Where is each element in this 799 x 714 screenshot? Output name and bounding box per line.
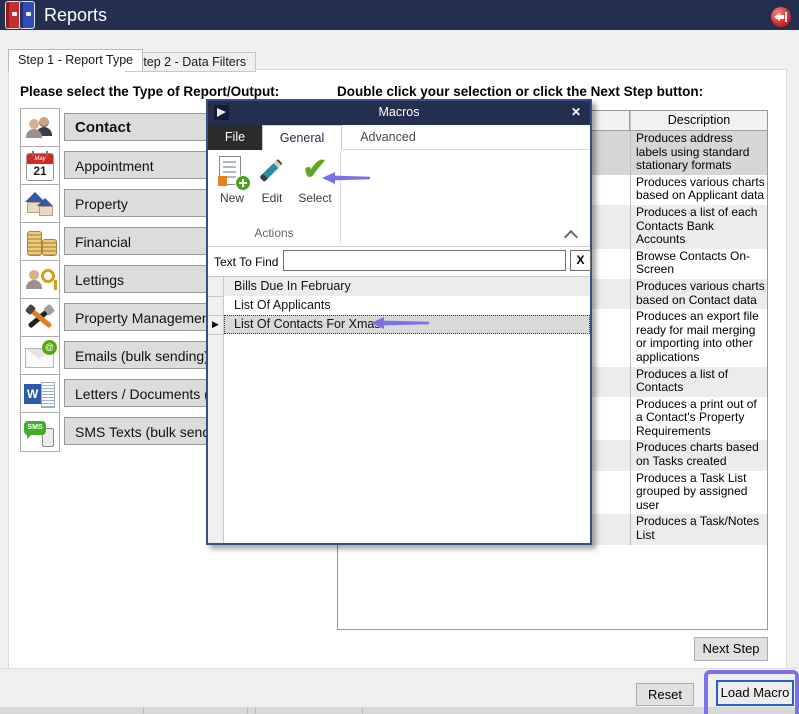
contact-icon [20, 108, 60, 148]
double-click-instruction: Double click your selection or click the… [337, 84, 703, 99]
financial-icon [20, 222, 60, 262]
tab-file[interactable]: File [208, 125, 262, 150]
macros-dialog-title: Macros [208, 105, 590, 119]
lettings-icon [20, 260, 60, 300]
description-cell: Browse Contacts On-Screen [630, 249, 767, 279]
ribbon-actions-group: New Edit ✔ Select Actions [208, 150, 590, 247]
property-icon [20, 184, 60, 224]
sms-icon: SMS [20, 412, 60, 452]
row-gutter: ▶ [208, 277, 224, 543]
actions-group-label: Actions [208, 226, 340, 240]
property-management-icon [20, 298, 60, 338]
status-bar [0, 707, 799, 714]
description-cell: Produces various charts based on Contact… [630, 279, 767, 309]
list-item[interactable]: List Of Applicants [224, 296, 590, 315]
tab-general[interactable]: General [262, 125, 342, 150]
tab-step1[interactable]: Step 1 - Report Type [8, 49, 143, 71]
macro-list: ▶ Bills Due In February List Of Applican… [208, 277, 590, 543]
list-item-selected[interactable]: List Of Contacts For Xmas [224, 315, 590, 334]
close-icon[interactable]: ✕ [571, 105, 581, 119]
tab-step2[interactable]: Step 2 - Data Filters [125, 52, 256, 72]
description-cell: Produces a list of each Contacts Bank Ac… [630, 205, 767, 249]
reset-button[interactable]: Reset [636, 683, 694, 706]
find-label: Text To Find [214, 255, 278, 269]
find-row: Text To Find X [208, 247, 590, 277]
description-cell: Produces a list of Contacts [630, 367, 767, 397]
pencil-icon [254, 154, 290, 188]
description-cell: Produces address labels using standard s… [630, 131, 767, 175]
description-column-header[interactable]: Description [630, 111, 767, 130]
description-cell: Produces an export file ready for mail m… [630, 309, 767, 366]
emails-icon: @ [20, 336, 60, 376]
macros-dialog-title-bar: Macros ✕ [208, 101, 590, 125]
description-cell: Produces charts based on Tasks created [630, 440, 767, 470]
macros-dialog: Macros ✕ File General Advanced New Edit … [206, 99, 592, 545]
load-macro-button[interactable]: Load Macro [716, 680, 794, 706]
clear-find-button[interactable]: X [570, 250, 591, 271]
list-item[interactable]: Bills Due In February [224, 277, 590, 296]
selected-row-marker: ▶ [208, 315, 223, 335]
new-button[interactable]: New [212, 154, 252, 205]
next-step-button[interactable]: Next Step [694, 637, 768, 661]
checkmark-icon: ✔ [292, 154, 338, 188]
ribbon-tab-strip: File General Advanced [208, 125, 590, 150]
edit-button[interactable]: Edit [254, 154, 290, 205]
tab-advanced[interactable]: Advanced [342, 125, 434, 150]
find-input[interactable] [283, 250, 566, 271]
collapse-ribbon-icon[interactable] [564, 230, 578, 244]
exit-icon[interactable] [771, 7, 791, 27]
title-bar: Reports [0, 0, 799, 30]
description-cell: Produces a print out of a Contact's Prop… [630, 397, 767, 441]
reports-window: Reports Step 1 - Report Type Step 2 - Da… [0, 0, 799, 714]
page-title: Reports [44, 5, 107, 26]
description-cell: Produces a Task/Notes List [630, 514, 767, 544]
binders-icon [5, 2, 37, 28]
select-type-instruction: Please select the Type of Report/Output: [20, 84, 279, 99]
word-icon: W [20, 374, 60, 414]
description-cell: Produces a Task List grouped by assigned… [630, 471, 767, 515]
description-cell: Produces various charts based on Applica… [630, 175, 767, 205]
appointment-icon: May21 [20, 146, 60, 186]
select-button[interactable]: ✔ Select [292, 154, 338, 205]
new-document-icon [212, 154, 252, 188]
